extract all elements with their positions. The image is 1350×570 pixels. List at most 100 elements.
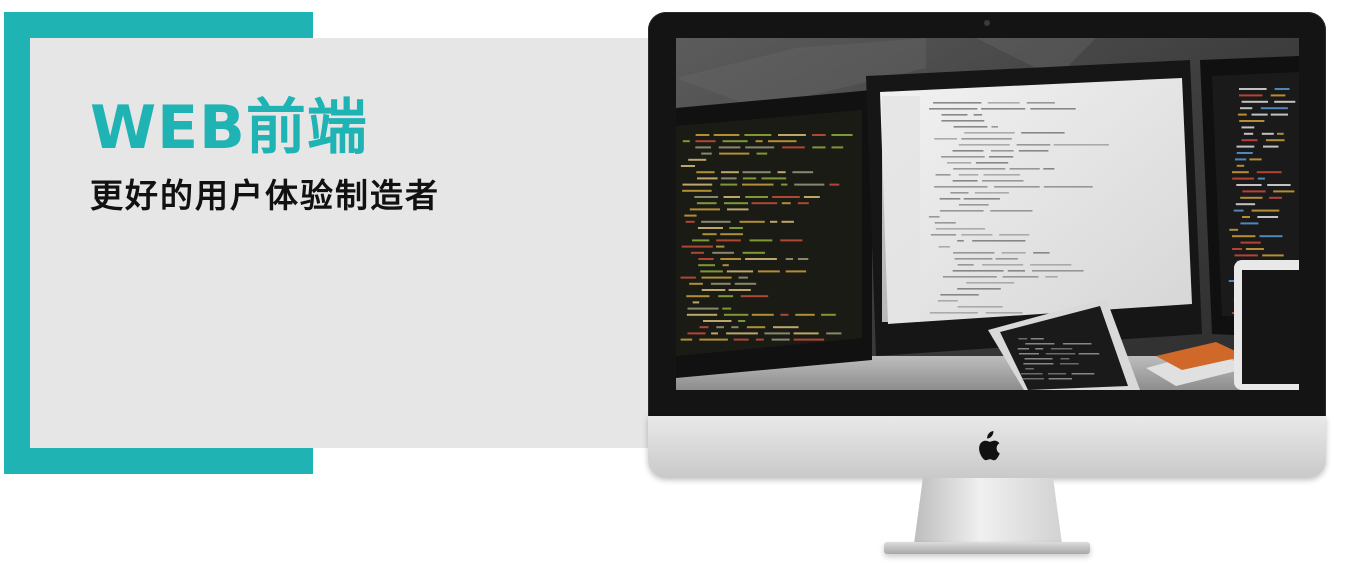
code-line-mark xyxy=(689,208,720,211)
code-line-mark xyxy=(699,338,728,341)
code-line-mark xyxy=(682,183,713,186)
code-line-mark xyxy=(738,320,746,322)
code-line-mark xyxy=(687,332,706,335)
code-line-mark xyxy=(1019,353,1039,355)
code-line-mark xyxy=(795,313,815,316)
code-line-mark xyxy=(1026,102,1055,104)
code-line-mark xyxy=(999,234,1030,236)
code-line-mark xyxy=(1251,113,1268,116)
workspace-photo xyxy=(676,38,1299,390)
imac-stand-neck xyxy=(914,478,1062,544)
code-line-mark xyxy=(703,320,732,322)
code-line-mark xyxy=(1232,248,1243,250)
code-line-mark xyxy=(782,146,805,149)
code-line-mark xyxy=(1059,363,1079,365)
code-line-mark xyxy=(721,177,737,180)
code-line-mark xyxy=(695,140,716,143)
code-line-mark xyxy=(1273,190,1295,193)
code-line-mark xyxy=(680,165,695,167)
code-line-mark xyxy=(697,227,723,229)
code-line-mark xyxy=(991,126,998,128)
code-line-mark xyxy=(1239,120,1265,122)
left-monitor xyxy=(676,90,872,378)
code-line-mark xyxy=(1274,88,1290,90)
code-line-mark xyxy=(1256,171,1282,174)
code-line-mark xyxy=(733,338,749,341)
code-line-mark xyxy=(953,252,995,254)
code-line-mark xyxy=(742,183,774,186)
code-line-mark xyxy=(1030,338,1044,340)
code-line-mark xyxy=(711,332,718,335)
code-line-mark xyxy=(975,162,1009,164)
code-line-mark xyxy=(699,326,709,329)
code-line-mark xyxy=(749,239,773,242)
code-line-mark xyxy=(982,180,1024,182)
code-line-mark xyxy=(694,196,719,198)
hero-title: WEB前端 xyxy=(90,93,368,163)
code-line-mark xyxy=(764,332,790,335)
code-line-mark xyxy=(777,171,786,174)
code-line-mark xyxy=(742,251,765,254)
center-monitor xyxy=(866,60,1202,360)
code-line-mark xyxy=(1030,108,1076,110)
code-line-mark xyxy=(1232,177,1255,180)
code-line-mark xyxy=(952,270,1004,272)
code-line-mark xyxy=(793,338,825,341)
code-line-mark xyxy=(1242,216,1250,218)
code-line-mark xyxy=(1270,94,1286,97)
code-line-mark xyxy=(1240,107,1253,110)
code-line-mark xyxy=(952,150,984,152)
code-line-mark xyxy=(728,289,751,291)
code-line-mark xyxy=(1007,270,1025,272)
code-line-mark xyxy=(757,270,780,273)
code-line-mark xyxy=(686,295,710,298)
code-line-mark xyxy=(1240,222,1259,225)
code-line-mark xyxy=(1239,88,1267,90)
code-line-mark xyxy=(772,196,800,198)
code-line-mark xyxy=(1262,254,1284,257)
imac-chin xyxy=(648,416,1326,478)
camera-icon xyxy=(984,20,990,26)
code-line-mark xyxy=(1236,145,1255,148)
code-line-mark xyxy=(961,138,1012,140)
code-line-mark xyxy=(1024,358,1053,360)
code-line-mark xyxy=(722,140,748,143)
code-line-mark xyxy=(745,146,775,149)
code-line-mark xyxy=(1240,196,1263,199)
code-line-mark xyxy=(751,202,778,205)
code-line-mark xyxy=(712,251,734,254)
code-line-mark xyxy=(794,183,825,186)
code-line-mark xyxy=(792,171,814,174)
code-line-mark xyxy=(778,134,806,136)
code-line-mark xyxy=(1241,126,1255,129)
code-line-mark xyxy=(990,210,1033,212)
code-line-mark xyxy=(987,102,1020,104)
code-line-mark xyxy=(710,282,731,285)
code-line-mark xyxy=(958,144,1010,146)
code-line-mark xyxy=(681,245,713,248)
code-line-mark xyxy=(755,140,763,143)
code-line-mark xyxy=(1030,264,1072,266)
code-line-mark xyxy=(727,208,749,211)
code-line-mark xyxy=(953,168,1006,170)
code-line-mark xyxy=(726,332,758,335)
code-line-mark xyxy=(952,180,978,182)
code-line-mark xyxy=(745,196,768,198)
code-line-mark xyxy=(1274,100,1296,103)
code-line-mark xyxy=(726,270,754,273)
code-line-mark xyxy=(812,134,826,136)
code-line-mark xyxy=(745,258,777,260)
code-line-mark xyxy=(1260,107,1288,110)
code-line-mark xyxy=(831,134,853,136)
code-line-mark xyxy=(1240,241,1261,244)
code-line-mark xyxy=(985,312,1023,314)
code-line-mark xyxy=(1239,94,1263,97)
code-line-mark xyxy=(973,114,983,116)
code-line-mark xyxy=(941,114,968,116)
code-line-mark xyxy=(1032,270,1084,272)
code-line-mark xyxy=(1237,113,1247,116)
code-line-mark xyxy=(964,132,1015,134)
code-line-mark xyxy=(731,326,739,329)
code-line-mark xyxy=(768,140,797,143)
code-line-mark xyxy=(761,177,787,180)
